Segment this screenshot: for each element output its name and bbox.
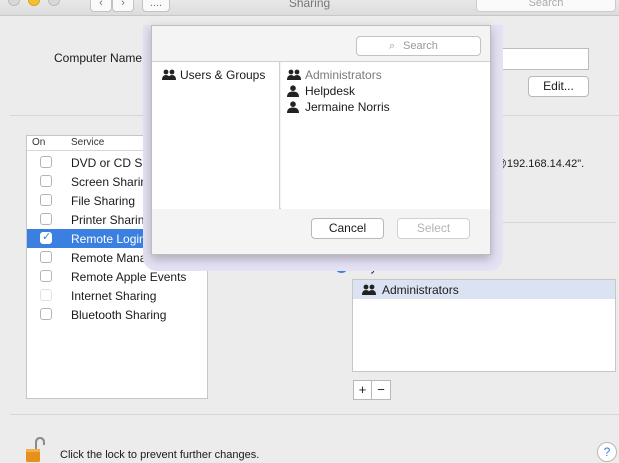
service-row-bluetooth-sharing[interactable]: Bluetooth Sharing: [27, 305, 207, 324]
service-label: Bluetooth Sharing: [71, 308, 167, 322]
service-checkbox[interactable]: [40, 156, 52, 168]
source-label: Users & Groups: [180, 68, 266, 82]
service-checkbox[interactable]: [40, 213, 52, 225]
service-label: Internet Sharing: [71, 289, 157, 303]
computer-name-label: Computer Name:: [54, 51, 146, 65]
sheet-browser: Users & Groups Administrators Helpdesk J…: [152, 61, 490, 209]
service-label: File Sharing: [71, 194, 136, 208]
service-checkbox[interactable]: [40, 308, 52, 320]
add-user-button[interactable]: +: [353, 380, 372, 400]
user-label: Administrators: [305, 68, 382, 82]
sheet-search-field[interactable]: ⌕ Search: [356, 36, 481, 56]
user-list[interactable]: Administrators Helpdesk Jermaine Norris: [281, 62, 490, 209]
title-bar: ‹ › .... Sharing Search: [0, 0, 619, 16]
user-icon: [287, 85, 299, 100]
select-button[interactable]: Select: [397, 218, 470, 239]
search-icon: ⌕: [389, 39, 396, 52]
window-search-field[interactable]: Search: [476, 0, 616, 12]
service-row-internet-sharing[interactable]: Internet Sharing: [27, 286, 207, 305]
column-header-service: Service: [71, 137, 105, 148]
help-button[interactable]: ?: [597, 442, 617, 462]
user-picker-sheet: ⌕ Search Users & Groups Administrators H…: [151, 25, 491, 255]
service-checkbox[interactable]: [40, 175, 52, 187]
group-icon: [362, 284, 376, 298]
divider: [10, 414, 619, 415]
edit-button[interactable]: Edit...: [528, 76, 589, 97]
service-checkbox[interactable]: [40, 230, 52, 244]
user-label: Helpdesk: [305, 84, 356, 98]
service-label: Remote Login: [71, 232, 146, 246]
service-label: Screen Sharing: [71, 175, 154, 189]
list-item[interactable]: Administrators: [353, 280, 615, 299]
lock-instruction-text: Click the lock to prevent further change…: [60, 449, 260, 461]
computer-name-field[interactable]: [488, 48, 589, 70]
service-label: Remote Apple Events: [71, 270, 187, 284]
add-remove-control: + −: [353, 380, 391, 400]
cancel-button[interactable]: Cancel: [311, 218, 384, 239]
group-icon: [162, 69, 176, 83]
sheet-search-placeholder: Search: [403, 40, 438, 52]
service-checkbox[interactable]: [40, 270, 52, 282]
group-icon: [287, 69, 301, 83]
column-header-on: On: [32, 137, 46, 148]
service-checkbox[interactable]: [40, 251, 52, 263]
source-list[interactable]: Users & Groups: [152, 62, 280, 209]
service-label: Printer Sharing: [71, 213, 152, 227]
user-icon: [287, 101, 299, 116]
service-checkbox[interactable]: [40, 194, 52, 206]
service-checkbox[interactable]: [40, 289, 52, 301]
allowed-users-list[interactable]: Administrators: [352, 279, 616, 372]
remove-user-button[interactable]: −: [372, 380, 391, 400]
user-label: Administrators: [382, 283, 459, 297]
lock-icon[interactable]: [25, 436, 45, 463]
divider: [490, 222, 616, 223]
user-label: Jermaine Norris: [305, 100, 390, 114]
